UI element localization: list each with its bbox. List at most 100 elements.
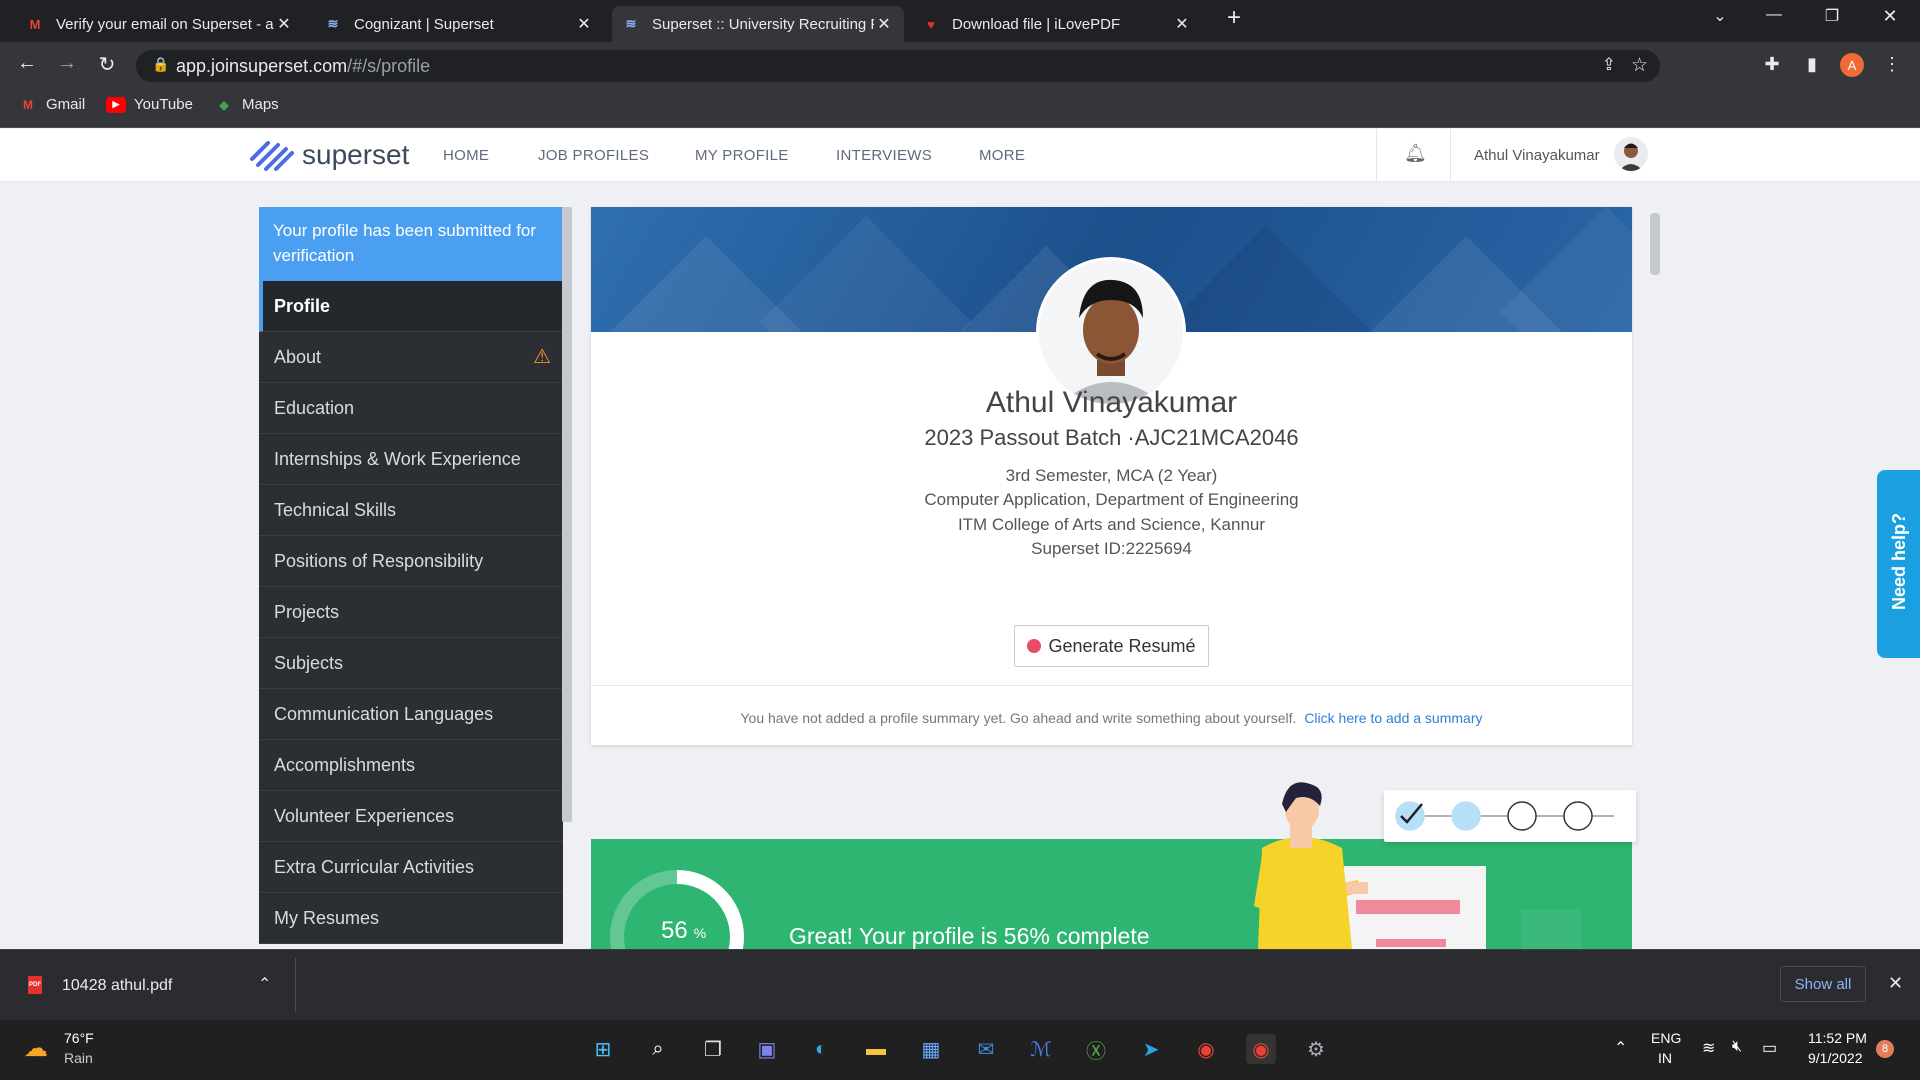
- battery-icon[interactable]: ▭: [1762, 1038, 1777, 1058]
- progress-step: [1563, 801, 1593, 831]
- mail-icon[interactable]: ✉: [971, 1034, 1001, 1064]
- teams-chat-icon[interactable]: ▣: [752, 1034, 782, 1064]
- profile-card: Athul Vinayakumar 2023 Passout Batch ·AJ…: [591, 207, 1632, 745]
- nav-my-profile[interactable]: MY PROFILE: [695, 147, 789, 164]
- weather-temp[interactable]: 76°F: [64, 1030, 94, 1046]
- close-icon[interactable]: ✕: [274, 14, 294, 34]
- nav-more[interactable]: MORE: [979, 147, 1025, 164]
- clock-date[interactable]: 9/1/2022: [1808, 1050, 1863, 1066]
- progress-step: [1451, 801, 1481, 831]
- forward-arrow-icon[interactable]: →: [54, 52, 80, 75]
- volume-muted-icon[interactable]: 🔇︎: [1732, 1038, 1742, 1056]
- bookmark-youtube[interactable]: ▶ YouTube: [106, 96, 193, 113]
- nav-interviews[interactable]: INTERVIEWS: [836, 147, 932, 164]
- tab-cognizant[interactable]: ≋ Cognizant | Superset ✕: [314, 6, 604, 42]
- profile-superset-id: Superset ID:2225694: [1031, 539, 1192, 558]
- notification-badge[interactable]: 8: [1876, 1040, 1894, 1058]
- language-line2[interactable]: IN: [1658, 1050, 1672, 1066]
- sidebar-item-education[interactable]: Education: [259, 383, 563, 434]
- profile-avatar[interactable]: A: [1840, 53, 1864, 77]
- bookmark-gmail[interactable]: M Gmail: [18, 96, 85, 113]
- sidebar-item-volunteer[interactable]: Volunteer Experiences: [259, 791, 563, 842]
- windows-start-icon[interactable]: ⊞: [588, 1034, 618, 1064]
- bookmark-star-icon[interactable]: ☆: [1631, 54, 1648, 77]
- reload-icon[interactable]: ↻: [94, 52, 120, 77]
- new-tab-button[interactable]: +: [1212, 4, 1256, 32]
- close-icon[interactable]: ✕: [574, 14, 594, 34]
- browser-toolbar: ← → ↻ 🔒 app.joinsuperset.com/#/s/profile…: [0, 42, 1920, 88]
- sidebar-item-projects[interactable]: Projects: [259, 587, 563, 638]
- sidebar-item-profile[interactable]: Profile: [259, 281, 563, 332]
- superset-logo-icon: [250, 141, 294, 171]
- share-icon[interactable]: ⇪: [1602, 55, 1616, 75]
- summary-prompt: You have not added a profile summary yet…: [740, 710, 1483, 726]
- add-summary-link[interactable]: Click here to add a summary: [1304, 710, 1482, 726]
- sidebar-item-accomplishments[interactable]: Accomplishments: [259, 740, 563, 791]
- task-view-icon[interactable]: ❐: [698, 1034, 728, 1064]
- extensions-puzzle-icon[interactable]: ✚: [1760, 54, 1784, 75]
- close-icon[interactable]: ✕: [1888, 973, 1903, 994]
- superset-icon: ≋: [625, 16, 637, 31]
- xbox-icon[interactable]: Ⓧ: [1081, 1034, 1111, 1064]
- sidebar-item-my-resumes[interactable]: My Resumes: [259, 893, 563, 944]
- microsoft-store-icon[interactable]: ▦: [916, 1034, 946, 1064]
- math-app-icon[interactable]: ℳ: [1026, 1034, 1056, 1064]
- close-icon[interactable]: ✕: [874, 14, 894, 34]
- tab-ilovepdf[interactable]: ♥ Download file | iLovePDF ✕: [912, 6, 1202, 42]
- show-all-button[interactable]: Show all: [1780, 966, 1866, 1002]
- decor: [1521, 909, 1581, 949]
- window-close-icon[interactable]: ✕: [1868, 6, 1912, 27]
- superset-logo[interactable]: superset: [248, 135, 409, 175]
- wifi-icon[interactable]: ≋: [1702, 1038, 1715, 1058]
- weather-desc[interactable]: Rain: [64, 1050, 93, 1066]
- maps-icon: ◆: [219, 97, 229, 112]
- sidebar-item-positions[interactable]: Positions of Responsibility: [259, 536, 563, 587]
- close-icon[interactable]: ✕: [1172, 14, 1192, 34]
- bookmark-maps[interactable]: ◆ Maps: [214, 96, 278, 113]
- gmail-icon: M: [29, 16, 41, 32]
- clock-time[interactable]: 11:52 PM: [1808, 1030, 1867, 1046]
- address-bar[interactable]: 🔒 app.joinsuperset.com/#/s/profile ⇪ ☆: [136, 50, 1660, 82]
- sidebar-item-technical-skills[interactable]: Technical Skills: [259, 485, 563, 536]
- profile-photo[interactable]: [1036, 257, 1186, 407]
- settings-gear-icon[interactable]: ⚙: [1301, 1034, 1331, 1064]
- chevron-up-icon[interactable]: ⌃: [1614, 1038, 1627, 1058]
- sidebar-item-about[interactable]: About ⚠: [259, 332, 563, 383]
- tab-superset-active[interactable]: ≋ Superset :: University Recruiting F ✕: [612, 6, 904, 42]
- nav-job-profiles[interactable]: JOB PROFILES: [538, 147, 649, 164]
- superset-icon: ≋: [327, 16, 339, 31]
- restore-icon[interactable]: ❐: [1810, 6, 1854, 26]
- need-help-tab[interactable]: Need help?: [1877, 470, 1920, 658]
- menu-kebab-icon[interactable]: ⋮: [1880, 54, 1904, 75]
- sidebar-item-extracurricular[interactable]: Extra Curricular Activities: [259, 842, 563, 893]
- chrome-profile-r-icon[interactable]: ◉: [1191, 1034, 1221, 1064]
- file-explorer-icon[interactable]: ▬: [861, 1034, 891, 1064]
- page-scrollbar[interactable]: [1650, 213, 1660, 275]
- weather-icon[interactable]: ☁: [24, 1034, 54, 1064]
- tab-search-chevron-icon[interactable]: ⌄: [1698, 6, 1742, 26]
- back-arrow-icon[interactable]: ←: [14, 52, 40, 75]
- divider: [1450, 129, 1451, 182]
- side-panel-icon[interactable]: ▮: [1800, 54, 1824, 75]
- sidebar-scrollbar[interactable]: [562, 207, 572, 822]
- sidebar-item-subjects[interactable]: Subjects: [259, 638, 563, 689]
- user-name[interactable]: Athul Vinayakumar: [1474, 147, 1600, 164]
- completion-percent: 56 %: [661, 917, 707, 944]
- sidebar-item-internships[interactable]: Internships & Work Experience: [259, 434, 563, 485]
- language-line1[interactable]: ENG: [1651, 1030, 1681, 1046]
- chrome-profile-a-icon[interactable]: ◉: [1246, 1034, 1276, 1064]
- edge-icon[interactable]: ◐: [806, 1034, 836, 1064]
- download-file-name[interactable]: 10428 athul.pdf: [62, 977, 172, 995]
- profile-semester: 3rd Semester, MCA (2 Year): [1005, 466, 1218, 485]
- bell-icon[interactable]: 🔔︎: [1404, 143, 1427, 164]
- search-icon[interactable]: ⌕: [643, 1034, 673, 1064]
- minimize-icon[interactable]: —: [1752, 6, 1796, 24]
- telegram-icon[interactable]: ➤: [1136, 1034, 1166, 1064]
- avatar[interactable]: [1614, 137, 1648, 171]
- sidebar-item-languages[interactable]: Communication Languages: [259, 689, 563, 740]
- chevron-up-icon[interactable]: ⌃: [258, 974, 271, 994]
- warning-icon: ⚠: [533, 346, 551, 368]
- tab-gmail-verify[interactable]: M Verify your email on Superset - a ✕: [16, 6, 304, 42]
- nav-home[interactable]: HOME: [443, 147, 489, 164]
- generate-resume-button[interactable]: Generate Resumé: [1014, 625, 1209, 667]
